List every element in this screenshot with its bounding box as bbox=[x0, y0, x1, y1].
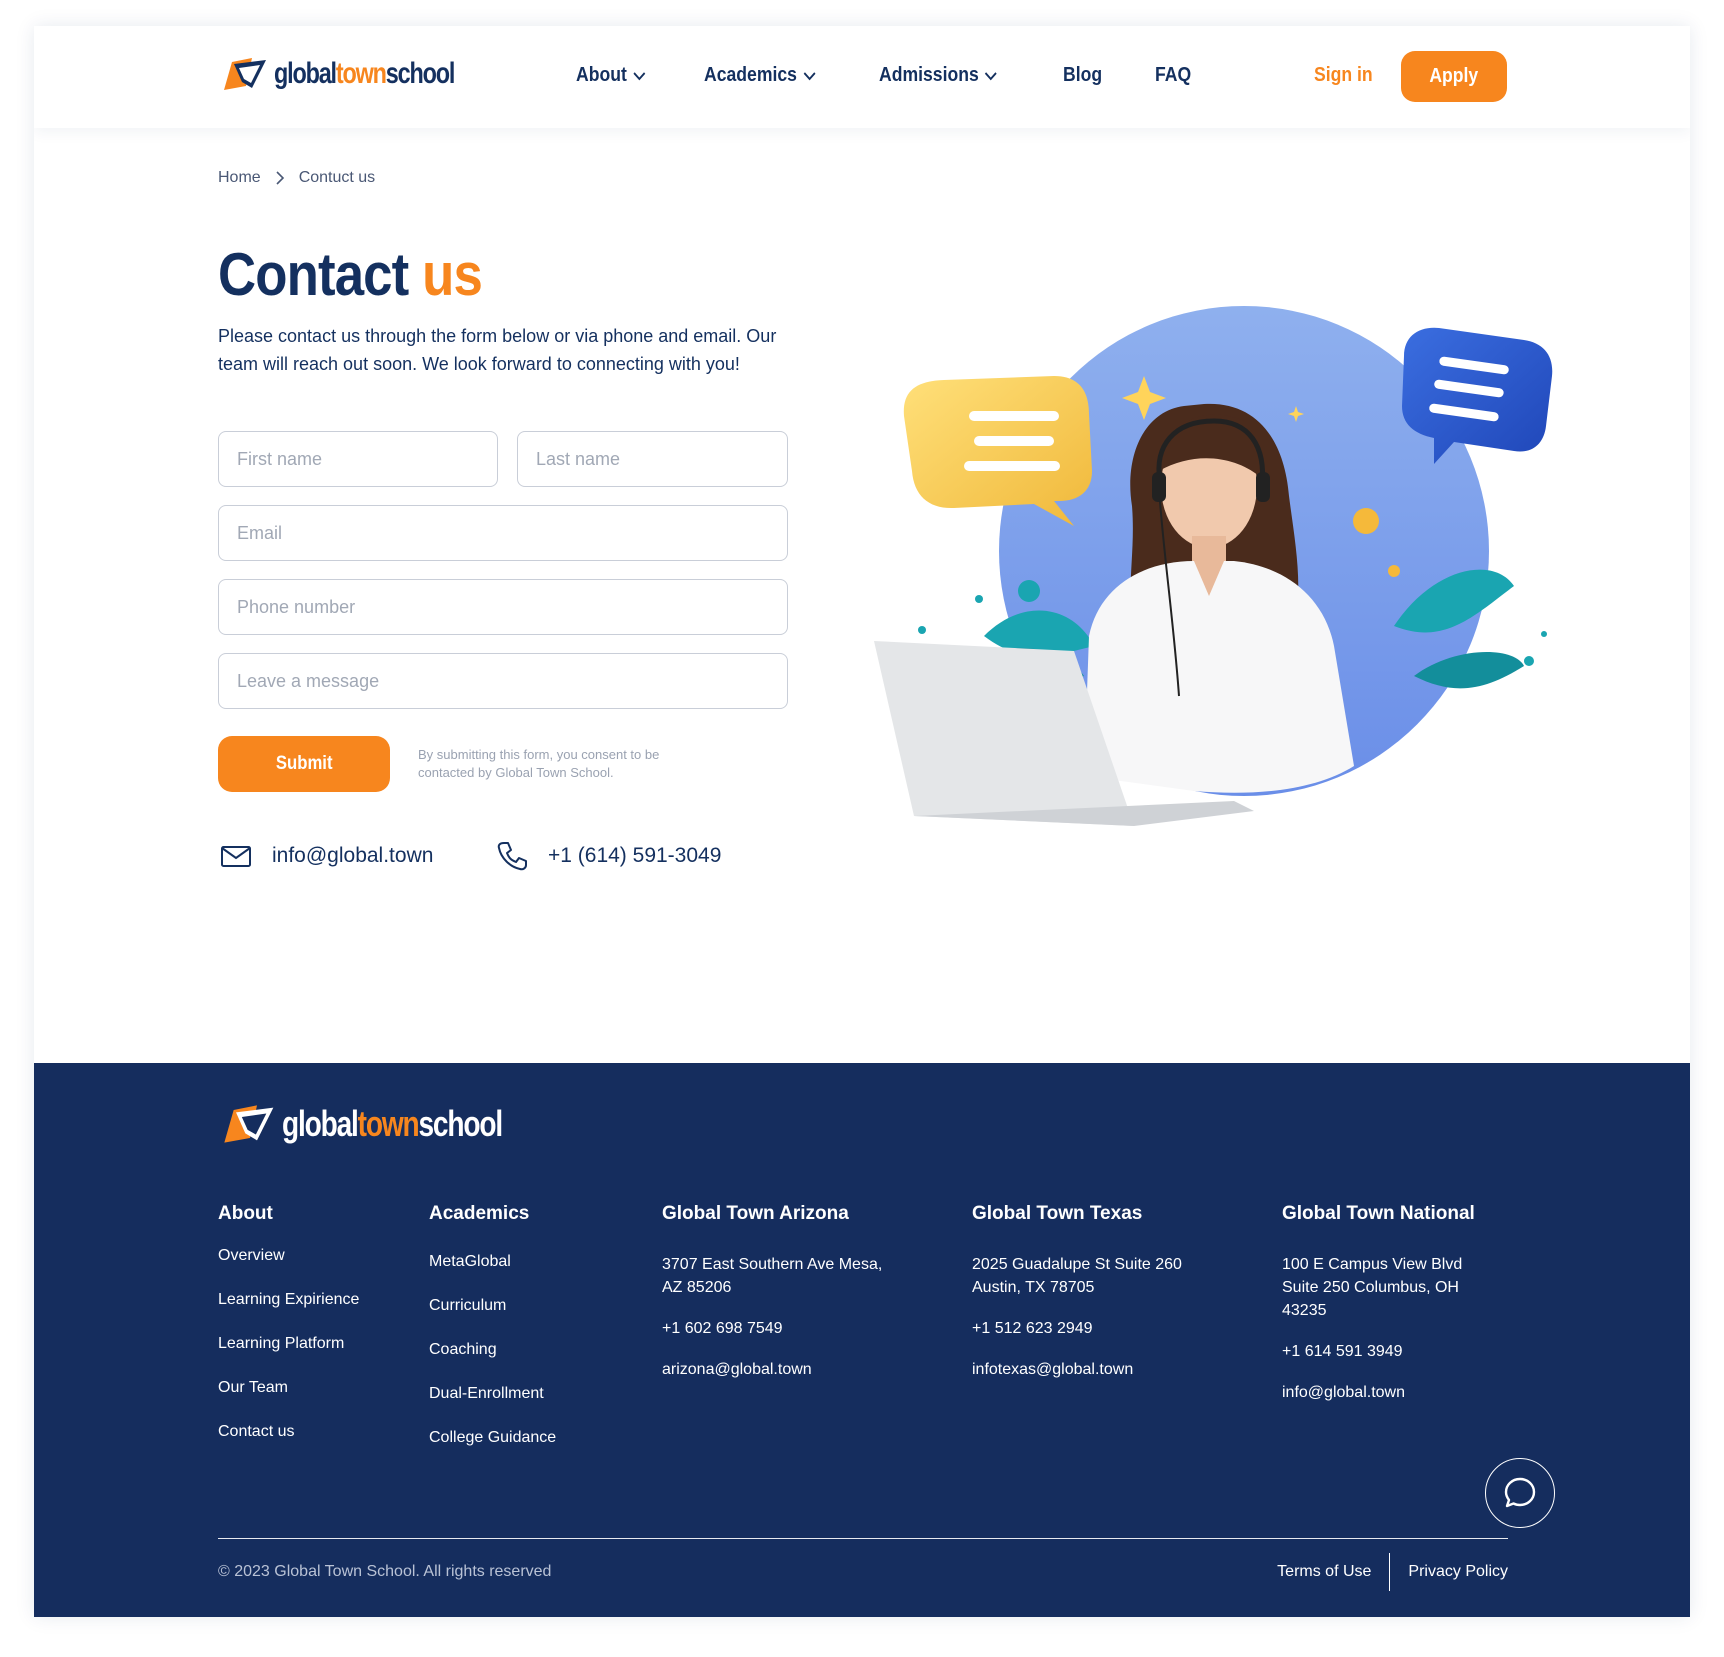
breadcrumb-home[interactable]: Home bbox=[218, 169, 261, 187]
footer-academics-heading: Academics bbox=[429, 1203, 530, 1224]
footer-col-national: Global Town National 100 E Campus View B… bbox=[1282, 1203, 1502, 1422]
nav-academics[interactable]: Academics bbox=[704, 64, 816, 87]
footer-col-texas: Global Town Texas 2025 Guadalupe St Suit… bbox=[972, 1203, 1212, 1399]
nav-blog-label: Blog bbox=[1062, 64, 1102, 86]
nav-about[interactable]: About bbox=[576, 64, 646, 87]
footer-texas-email[interactable]: infotexas@global.town bbox=[972, 1358, 1212, 1381]
intro-text: Please contact us through the form below… bbox=[218, 326, 777, 374]
nav-faq[interactable]: FAQ bbox=[1155, 64, 1191, 87]
footer-link-learning-platform[interactable]: Learning Platform bbox=[218, 1335, 359, 1353]
main-nav: About Academics Admissions Blog FAQ bbox=[576, 64, 1244, 87]
contact-phone-text: +1 (614) 591-3049 bbox=[548, 844, 722, 867]
phone-field bbox=[218, 579, 788, 635]
footer-link-college-guidance[interactable]: College Guidance bbox=[429, 1429, 556, 1447]
nav-faq-label: FAQ bbox=[1155, 64, 1192, 86]
sign-in-link[interactable]: Sign in bbox=[1314, 64, 1373, 87]
footer-link-contact-us[interactable]: Contact us bbox=[218, 1423, 359, 1441]
nav-academics-label: Academics bbox=[703, 64, 797, 86]
footer-link-curriculum[interactable]: Curriculum bbox=[429, 1297, 556, 1315]
privacy-policy-link[interactable]: Privacy Policy bbox=[1390, 1553, 1508, 1591]
first-name-input[interactable] bbox=[219, 432, 497, 486]
terms-of-use-link[interactable]: Terms of Use bbox=[1259, 1553, 1389, 1591]
nav-admissions[interactable]: Admissions bbox=[879, 64, 998, 87]
contact-phone[interactable]: +1 (614) 591-3049 bbox=[496, 840, 721, 872]
chevron-down-icon bbox=[985, 71, 998, 80]
consent-text: By submitting this form, you consent to … bbox=[418, 747, 660, 780]
legal-links: Terms of Use Privacy Policy bbox=[1259, 1553, 1508, 1591]
last-name-field bbox=[517, 431, 788, 487]
page: globaltownschool About Academics Admissi… bbox=[34, 26, 1690, 1617]
footer-texas-heading: Global Town Texas bbox=[972, 1203, 1143, 1224]
logo-mark-icon bbox=[224, 1105, 274, 1143]
chat-widget-button[interactable] bbox=[1485, 1458, 1555, 1528]
copyright-text: © 2023 Global Town School. All rights re… bbox=[218, 1563, 552, 1580]
footer-link-dual-enrollment[interactable]: Dual-Enrollment bbox=[429, 1385, 556, 1403]
phone-input[interactable] bbox=[219, 580, 787, 634]
site-header: globaltownschool About Academics Admissi… bbox=[34, 26, 1690, 128]
footer-col-academics: Academics MetaGlobal Curriculum Coaching… bbox=[429, 1203, 556, 1473]
footer-link-learning-experience[interactable]: Learning Expirience bbox=[218, 1291, 359, 1309]
footer-arizona-heading: Global Town Arizona bbox=[662, 1203, 849, 1224]
email-input[interactable] bbox=[219, 506, 787, 560]
site-footer: globaltownschool About Overview Learning… bbox=[34, 1063, 1690, 1617]
footer-national-email[interactable]: info@global.town bbox=[1282, 1381, 1502, 1404]
logo-wordmark: globaltownschool bbox=[274, 57, 455, 90]
apply-button-label: Apply bbox=[1429, 65, 1479, 87]
footer-about-heading: About bbox=[218, 1203, 273, 1224]
footer-col-arizona: Global Town Arizona 3707 East Southern A… bbox=[662, 1203, 892, 1399]
footer-link-coaching[interactable]: Coaching bbox=[429, 1341, 556, 1359]
footer-arizona-email[interactable]: arizona@global.town bbox=[662, 1358, 892, 1381]
footer-national-address: 100 E Campus View Blvd Suite 250 Columbu… bbox=[1282, 1256, 1463, 1319]
logo-mark-icon bbox=[224, 58, 266, 90]
contact-email-text: info@global.town bbox=[272, 844, 434, 867]
phone-icon bbox=[497, 842, 527, 871]
message-field bbox=[218, 653, 788, 709]
footer-link-metaglobal[interactable]: MetaGlobal bbox=[429, 1253, 556, 1271]
submit-button-label: Submit bbox=[275, 753, 333, 774]
contact-email[interactable]: info@global.town bbox=[220, 840, 433, 872]
footer-arizona-phone[interactable]: +1 602 698 7549 bbox=[662, 1317, 892, 1340]
last-name-input[interactable] bbox=[518, 432, 787, 486]
breadcrumb: Home Contuct us bbox=[218, 169, 375, 187]
footer-texas-phone[interactable]: +1 512 623 2949 bbox=[972, 1317, 1212, 1340]
footer-divider bbox=[218, 1538, 1508, 1539]
footer-logo-wordmark: globaltownschool bbox=[282, 1103, 503, 1144]
chat-bubble-icon bbox=[1504, 1477, 1536, 1508]
breadcrumb-current: Contuct us bbox=[298, 169, 376, 186]
footer-col-about: About Overview Learning Expirience Learn… bbox=[218, 1203, 359, 1467]
footer-link-our-team[interactable]: Our Team bbox=[218, 1379, 359, 1397]
first-name-field bbox=[218, 431, 498, 487]
submit-button[interactable]: Submit bbox=[218, 736, 390, 792]
chevron-down-icon bbox=[803, 71, 815, 80]
chevron-right-icon bbox=[276, 171, 284, 185]
apply-button[interactable]: Apply bbox=[1401, 51, 1507, 102]
nav-about-label: About bbox=[576, 64, 627, 86]
chevron-down-icon bbox=[633, 71, 646, 80]
site-logo[interactable]: globaltownschool bbox=[222, 56, 505, 92]
nav-admissions-label: Admissions bbox=[879, 64, 980, 86]
email-field bbox=[218, 505, 788, 561]
footer-link-overview[interactable]: Overview bbox=[218, 1247, 359, 1265]
message-input[interactable] bbox=[219, 654, 787, 708]
nav-blog[interactable]: Blog bbox=[1063, 64, 1102, 87]
mail-icon bbox=[221, 846, 251, 867]
footer-national-phone[interactable]: +1 614 591 3949 bbox=[1282, 1340, 1502, 1363]
support-agent-illustration bbox=[874, 306, 1553, 826]
footer-texas-address: 2025 Guadalupe St Suite 260 Austin, TX 7… bbox=[972, 1256, 1182, 1296]
footer-arizona-address: 3707 East Southern Ave Mesa, AZ 85206 bbox=[662, 1256, 883, 1296]
page-title: Contact us bbox=[218, 241, 483, 308]
footer-national-heading: Global Town National bbox=[1282, 1203, 1475, 1224]
footer-logo[interactable]: globaltownschool bbox=[222, 1103, 564, 1145]
